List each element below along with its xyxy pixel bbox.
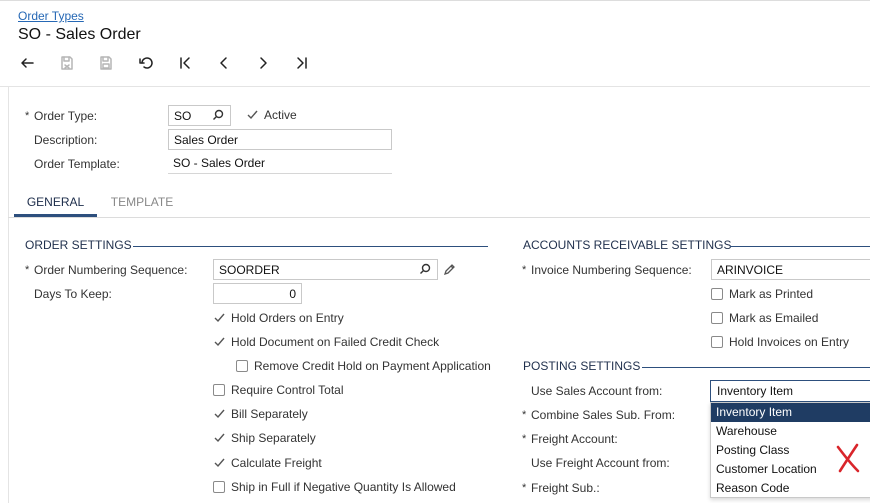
checkmark-icon (246, 109, 258, 121)
order-settings-title: ORDER SETTINGS (25, 238, 132, 252)
checkmark-icon (213, 457, 225, 469)
require-control-total-checkbox[interactable]: Require Control Total (213, 383, 344, 397)
checkbox-empty (711, 288, 723, 300)
description-label: Description: (34, 133, 98, 147)
mark-as-emailed-checkbox[interactable]: Mark as Emailed (711, 311, 818, 325)
save-icon[interactable] (94, 52, 118, 74)
required-marker: * (522, 433, 527, 445)
hold-failed-credit-checkbox[interactable]: Hold Document on Failed Credit Check (213, 335, 439, 349)
order-template-value: SO - Sales Order (168, 153, 392, 174)
calculate-freight-label: Calculate Freight (231, 456, 322, 470)
dropdown-option-reason-code[interactable]: Reason Code (711, 479, 870, 498)
sales-account-select[interactable]: Inventory Item (710, 380, 870, 402)
first-record-icon[interactable] (173, 52, 197, 74)
section-rule (642, 367, 870, 368)
dropdown-option-inventory-item[interactable]: Inventory Item (711, 403, 870, 422)
mark-as-emailed-label: Mark as Emailed (729, 311, 819, 325)
order-template-label: Order Template: (34, 157, 120, 171)
active-label: Active (264, 108, 297, 122)
sales-account-label: Use Sales Account from: (531, 384, 663, 398)
previous-record-icon[interactable] (212, 52, 236, 74)
section-rule (730, 246, 870, 247)
remove-credit-hold-checkbox[interactable]: Remove Credit Hold on Payment Applicatio… (236, 359, 491, 373)
bill-separately-label: Bill Separately (231, 407, 308, 421)
ship-separately-checkbox[interactable]: Ship Separately (213, 431, 316, 445)
breadcrumb[interactable]: Order Types (18, 9, 84, 23)
order-type-input[interactable]: SO (168, 105, 231, 126)
calculate-freight-checkbox[interactable]: Calculate Freight (213, 456, 322, 470)
required-marker: * (25, 264, 30, 276)
tab-template[interactable]: TEMPLATE (100, 188, 184, 217)
checkbox-empty (213, 481, 225, 493)
search-icon[interactable] (419, 263, 431, 278)
back-icon[interactable] (15, 52, 39, 74)
require-control-total-label: Require Control Total (231, 383, 344, 397)
active-checkbox[interactable]: Active (246, 108, 297, 122)
tab-general[interactable]: GENERAL (14, 188, 97, 217)
ar-settings-title: ACCOUNTS RECEIVABLE SETTINGS (523, 238, 732, 252)
top-border (0, 0, 870, 1)
mark-as-printed-checkbox[interactable]: Mark as Printed (711, 287, 813, 301)
use-freight-account-label: Use Freight Account from: (531, 456, 670, 470)
page-title: SO - Sales Order (18, 26, 141, 43)
checkmark-icon (213, 432, 225, 444)
dropdown-option-warehouse[interactable]: Warehouse (711, 422, 870, 441)
checkmark-icon (213, 336, 225, 348)
invoice-numbering-input[interactable]: ARINVOICE (711, 259, 870, 280)
order-numbering-label: Order Numbering Sequence: (34, 263, 188, 277)
hold-orders-label: Hold Orders on Entry (231, 311, 344, 325)
red-cross-icon (834, 442, 862, 477)
tabs-divider (8, 217, 870, 218)
description-input[interactable]: Sales Order (168, 129, 392, 150)
ship-separately-label: Ship Separately (231, 431, 316, 445)
checkbox-empty (711, 312, 723, 324)
checkmark-icon (213, 408, 225, 420)
order-numbering-input[interactable]: SOORDER (213, 259, 438, 280)
freight-account-label: Freight Account: (531, 432, 618, 446)
section-rule (133, 246, 488, 247)
ship-in-full-label: Ship in Full if Negative Quantity Is All… (231, 480, 456, 494)
next-record-icon[interactable] (251, 52, 275, 74)
save-close-icon[interactable] (55, 52, 79, 74)
panel-divider (0, 86, 870, 87)
posting-settings-title: POSTING SETTINGS (523, 359, 641, 373)
required-marker: * (522, 409, 527, 421)
bill-separately-checkbox[interactable]: Bill Separately (213, 407, 308, 421)
ship-in-full-checkbox[interactable]: Ship in Full if Negative Quantity Is All… (213, 480, 456, 494)
hold-failed-credit-label: Hold Document on Failed Credit Check (231, 335, 440, 349)
days-to-keep-input[interactable]: 0 (213, 283, 302, 304)
search-icon[interactable] (212, 109, 224, 124)
required-marker: * (522, 264, 527, 276)
hold-orders-checkbox[interactable]: Hold Orders on Entry (213, 311, 344, 325)
hold-invoices-checkbox[interactable]: Hold Invoices on Entry (711, 335, 849, 349)
mark-as-printed-label: Mark as Printed (729, 287, 814, 301)
days-to-keep-label: Days To Keep: (34, 287, 112, 301)
hold-invoices-label: Hold Invoices on Entry (729, 335, 850, 349)
combine-sales-sub-label: Combine Sales Sub. From: (531, 408, 676, 422)
edit-pencil-icon[interactable] (443, 263, 456, 279)
undo-icon[interactable] (134, 52, 158, 74)
checkmark-icon (213, 312, 225, 324)
checkbox-empty (213, 384, 225, 396)
panel-left-border (8, 86, 9, 503)
remove-credit-hold-label: Remove Credit Hold on Payment Applicatio… (254, 359, 491, 373)
required-marker: * (25, 110, 30, 122)
checkbox-empty (711, 336, 723, 348)
invoice-numbering-label: Invoice Numbering Sequence: (531, 263, 692, 277)
last-record-icon[interactable] (290, 52, 314, 74)
freight-sub-label: Freight Sub.: (531, 481, 600, 495)
order-type-label: Order Type: (34, 109, 98, 123)
checkbox-empty (236, 360, 248, 372)
required-marker: * (522, 482, 527, 494)
